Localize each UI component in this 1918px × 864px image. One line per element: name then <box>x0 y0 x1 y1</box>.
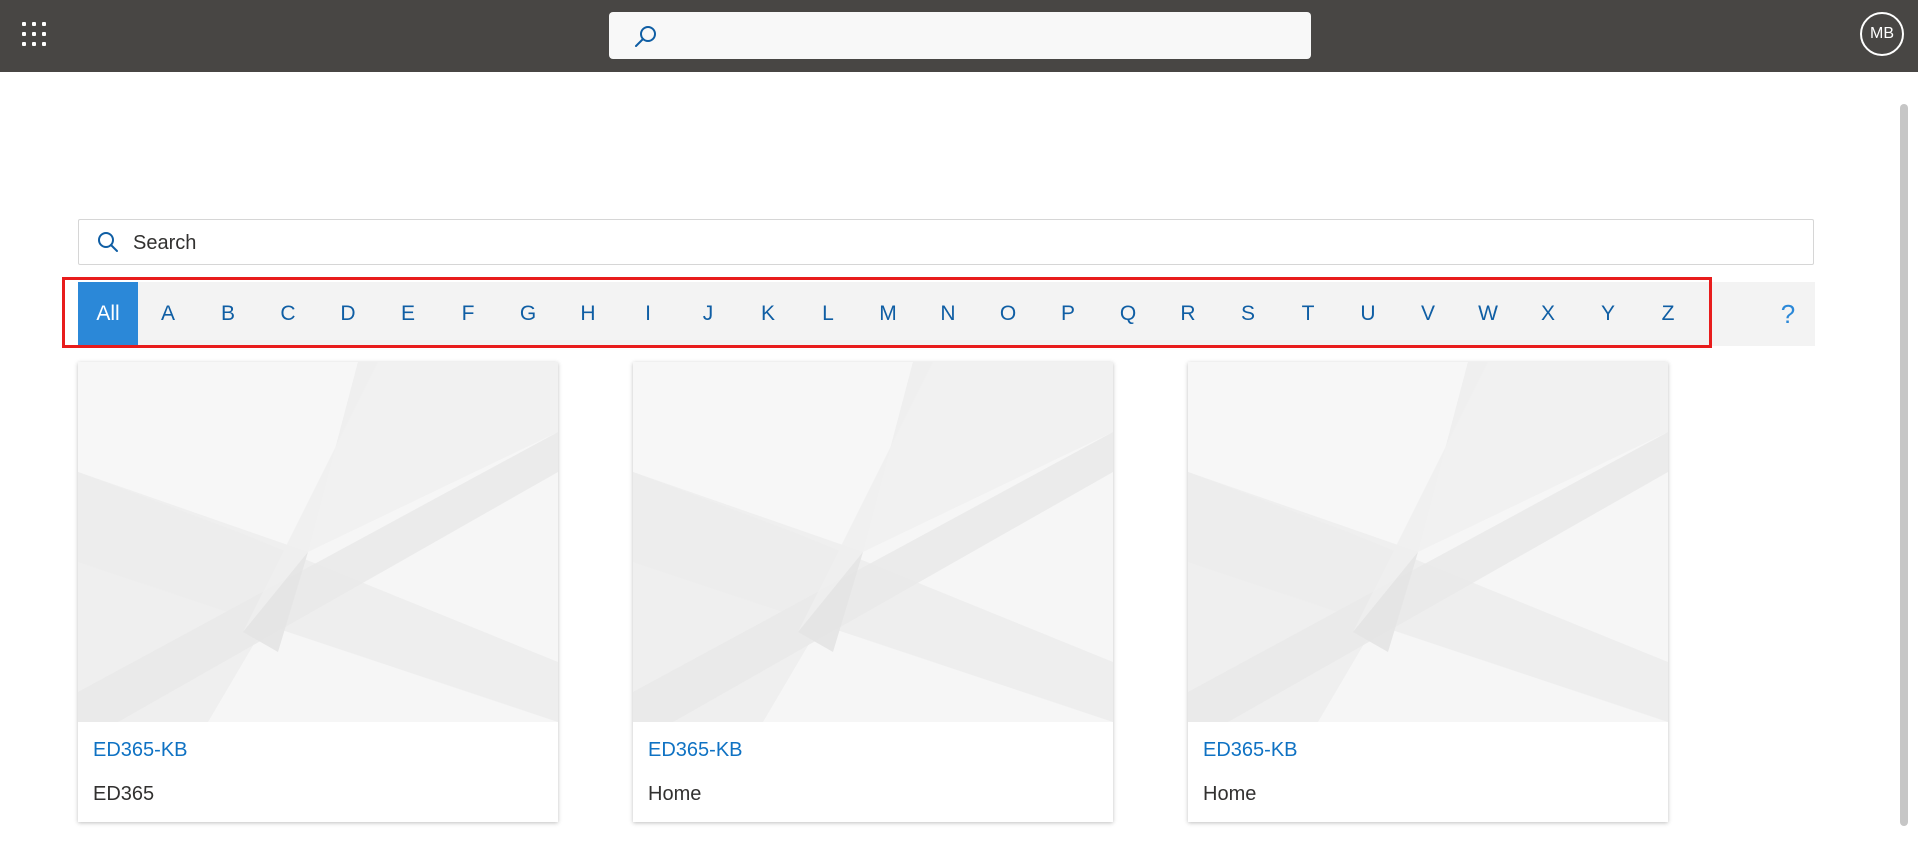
kb-card[interactable]: ED365-KB Home <box>1188 362 1668 822</box>
card-thumbnail <box>633 362 1113 722</box>
alphabet-filter-list: All A B C D E F G H I J K L M N O P Q R S T U V W X Y Z <box>78 282 1698 346</box>
alphabet-filter-h[interactable]: H <box>558 282 618 346</box>
alphabet-filter-y[interactable]: Y <box>1578 282 1638 346</box>
kb-card[interactable]: ED365-KB ED365 <box>78 362 558 822</box>
alphabet-filter-e[interactable]: E <box>378 282 438 346</box>
alphabet-filter-q[interactable]: Q <box>1098 282 1158 346</box>
alphabet-filter-c[interactable]: C <box>258 282 318 346</box>
alphabet-filter-r[interactable]: R <box>1158 282 1218 346</box>
card-subtitle: ED365 <box>93 783 155 805</box>
card-title-link[interactable]: ED365-KB <box>1203 739 1298 762</box>
alphabet-filter-x[interactable]: X <box>1518 282 1578 346</box>
top-search-input[interactable] <box>669 20 1293 52</box>
app-launcher-waffle-icon[interactable] <box>22 22 48 48</box>
search-input[interactable] <box>131 227 1795 259</box>
card-thumbnail <box>1188 362 1668 722</box>
alphabet-filter-g[interactable]: G <box>498 282 558 346</box>
alphabet-filter-d[interactable]: D <box>318 282 378 346</box>
alphabet-filter-o[interactable]: O <box>978 282 1038 346</box>
alphabet-filter-j[interactable]: J <box>678 282 738 346</box>
card-thumbnail <box>78 362 558 722</box>
alphabet-filter-all[interactable]: All <box>78 282 138 346</box>
kb-card[interactable]: ED365-KB Home <box>633 362 1113 822</box>
alphabet-filter-b[interactable]: B <box>198 282 258 346</box>
alphabet-filter-t[interactable]: T <box>1278 282 1338 346</box>
alphabet-filter-w[interactable]: W <box>1458 282 1518 346</box>
card-title-link[interactable]: ED365-KB <box>93 739 188 762</box>
alphabet-filter-s[interactable]: S <box>1218 282 1278 346</box>
alphabet-filter-bar: All A B C D E F G H I J K L M N O P Q R S T U V W X Y Z ? <box>78 282 1815 346</box>
alphabet-filter-v[interactable]: V <box>1398 282 1458 346</box>
search-icon <box>98 232 118 252</box>
alphabet-filter-u[interactable]: U <box>1338 282 1398 346</box>
search-icon <box>635 26 656 47</box>
search-field[interactable] <box>78 219 1814 265</box>
alphabet-filter-k[interactable]: K <box>738 282 798 346</box>
alphabet-filter-m[interactable]: M <box>858 282 918 346</box>
alphabet-filter-a[interactable]: A <box>138 282 198 346</box>
card-subtitle: Home <box>1203 783 1257 805</box>
alphabet-filter-i[interactable]: I <box>618 282 678 346</box>
avatar[interactable]: MB <box>1860 12 1904 56</box>
top-search-box[interactable] <box>609 12 1311 59</box>
alphabet-filter-p[interactable]: P <box>1038 282 1098 346</box>
alphabet-filter-n[interactable]: N <box>918 282 978 346</box>
top-bar: MB <box>0 0 1918 72</box>
alphabet-filter-f[interactable]: F <box>438 282 498 346</box>
card-title-link[interactable]: ED365-KB <box>648 739 743 762</box>
help-button[interactable]: ? <box>1761 282 1815 346</box>
alphabet-filter-l[interactable]: L <box>798 282 858 346</box>
page-scrollbar[interactable] <box>1900 104 1908 826</box>
alphabet-filter-z[interactable]: Z <box>1638 282 1698 346</box>
card-subtitle: Home <box>648 783 702 805</box>
